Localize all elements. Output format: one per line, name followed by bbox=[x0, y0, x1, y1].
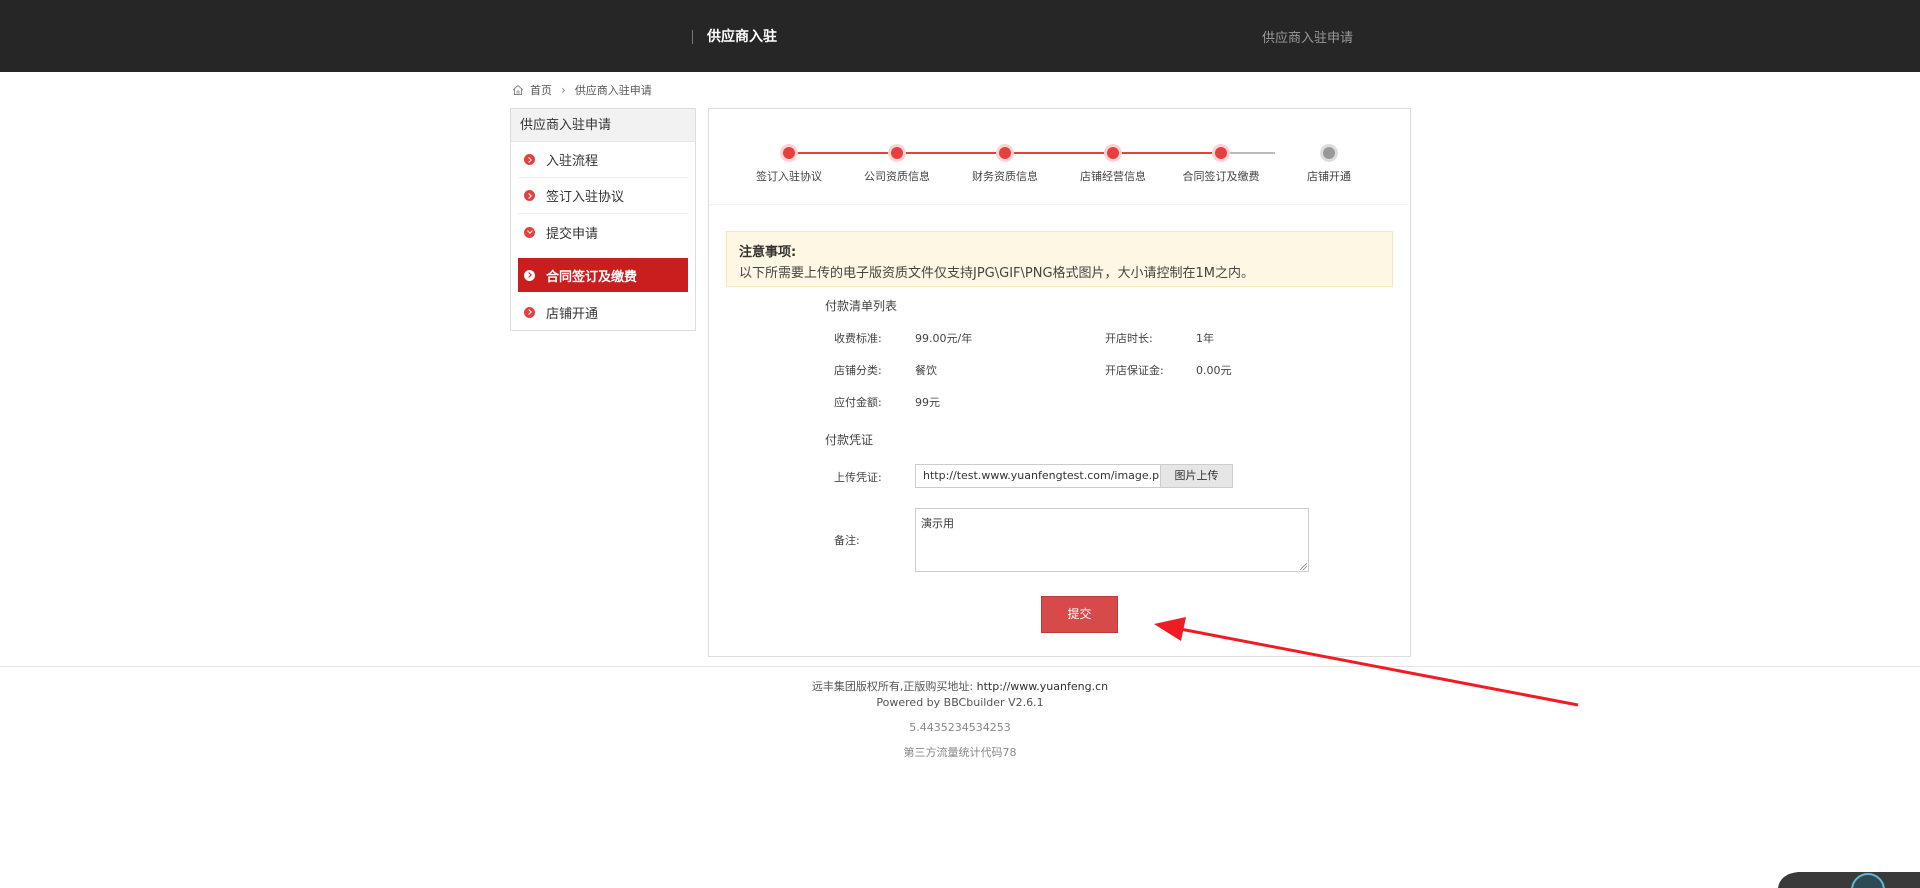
sidebar-item-label: 签订入驻协议 bbox=[546, 190, 625, 205]
category-label: 店铺分类: bbox=[834, 364, 882, 377]
remark-label: 备注: bbox=[834, 534, 860, 547]
chevron-right-icon bbox=[524, 306, 535, 318]
duration-value: 1年 bbox=[1196, 332, 1214, 345]
sidebar-item-submit-application[interactable]: 提交申请 bbox=[518, 214, 688, 250]
sidebar-item-contract-payment[interactable]: 合同签订及缴费 bbox=[518, 258, 688, 292]
sidebar-item-store-opening[interactable]: 店铺开通 bbox=[518, 294, 688, 330]
header-right-link[interactable]: 供应商入驻申请 bbox=[1262, 27, 1353, 46]
step-label: 签订入驻协议 bbox=[756, 170, 822, 183]
chevron-right-icon bbox=[524, 190, 535, 201]
upload-url-input[interactable]: http://test.www.yuanfengtest.com/image.p… bbox=[915, 464, 1161, 488]
remark-textarea[interactable]: 演示用 bbox=[915, 508, 1309, 572]
step-label: 合同签订及缴费 bbox=[1182, 170, 1260, 183]
fee-value: 99.00元/年 bbox=[915, 332, 973, 345]
upload-label: 上传凭证: bbox=[834, 471, 882, 484]
step-node bbox=[999, 147, 1011, 159]
step-node bbox=[1107, 147, 1119, 159]
sidebar-item-label: 合同签订及缴费 bbox=[546, 269, 638, 285]
deposit-value: 0.00元 bbox=[1196, 364, 1232, 377]
sidebar-item-label: 入驻流程 bbox=[546, 154, 599, 169]
floating-widget-icon[interactable] bbox=[1778, 872, 1920, 888]
main-panel: 签订入驻协议 公司资质信息 财务资质信息 店铺经营信息 合同签订及缴费 店铺开通… bbox=[708, 108, 1411, 657]
footer-copyright: 远丰集团版权所有,正版购买地址: http://www.yuanfeng.cn bbox=[0, 678, 1920, 694]
breadcrumb-current: 供应商入驻申请 bbox=[574, 84, 652, 97]
step-node bbox=[1215, 147, 1227, 159]
step-label: 店铺开通 bbox=[1307, 170, 1351, 183]
footer-powered: Powered by BBCbuilder V2.6.1 bbox=[876, 696, 1044, 709]
purchase-link[interactable]: http://www.yuanfeng.cn bbox=[977, 680, 1108, 693]
page-header-title: 供应商入驻 bbox=[707, 29, 777, 45]
chevron-right-icon bbox=[524, 269, 535, 281]
amount-value: 99元 bbox=[915, 396, 940, 409]
deposit-label: 开店保证金: bbox=[1105, 364, 1164, 377]
chevron-right-icon bbox=[524, 154, 535, 165]
notice-text: 以下所需要上传的电子版资质文件仅支持JPG\GIF\PNG格式图片，大小请控制在… bbox=[739, 266, 1255, 281]
category-value: 餐饮 bbox=[915, 364, 937, 377]
notice-title: 注意事项: bbox=[739, 245, 797, 260]
chevron-down-icon bbox=[524, 226, 535, 238]
submit-button[interactable]: 提交 bbox=[1041, 596, 1118, 633]
sidebar-heading: 供应商入驻申请 bbox=[511, 109, 695, 142]
home-icon bbox=[512, 84, 524, 95]
header-divider bbox=[692, 30, 693, 44]
sidebar: 供应商入驻申请 入驻流程 签订入驻协议 提交申请 合同签订及缴费 店铺开通 bbox=[510, 108, 696, 331]
chevron-right-icon: › bbox=[561, 83, 566, 97]
progress-steps: 签订入驻协议 公司资质信息 财务资质信息 店铺经营信息 合同签订及缴费 店铺开通 bbox=[709, 109, 1409, 205]
sidebar-item-process[interactable]: 入驻流程 bbox=[518, 142, 688, 178]
copyright-text: 远丰集团版权所有,正版购买地址: bbox=[811, 680, 974, 693]
step-node bbox=[1323, 147, 1335, 159]
step-label: 财务资质信息 bbox=[972, 170, 1038, 183]
step-label: 店铺经营信息 bbox=[1080, 170, 1146, 183]
footer-divider bbox=[0, 666, 1920, 667]
resize-grip-icon[interactable] bbox=[1299, 562, 1307, 570]
duration-label: 开店时长: bbox=[1105, 332, 1153, 345]
notice-box: 注意事项: 以下所需要上传的电子版资质文件仅支持JPG\GIF\PNG格式图片，… bbox=[726, 231, 1393, 287]
top-bar: 供应商入驻 供应商入驻申请 bbox=[0, 0, 1920, 72]
footer-number: 5.4435234534253 bbox=[909, 721, 1011, 734]
payment-list-title: 付款清单列表 bbox=[825, 299, 898, 313]
amount-label: 应付金额: bbox=[834, 396, 882, 409]
image-upload-button[interactable]: 图片上传 bbox=[1161, 464, 1233, 488]
step-node bbox=[783, 147, 795, 159]
sidebar-item-label: 提交申请 bbox=[546, 226, 599, 242]
voucher-title: 付款凭证 bbox=[825, 433, 874, 447]
sidebar-item-agreement[interactable]: 签订入驻协议 bbox=[518, 178, 688, 214]
footer-stats: 第三方流量统计代码78 bbox=[903, 746, 1017, 759]
progress-line-pending bbox=[1221, 152, 1275, 154]
breadcrumb: 首页 › 供应商入驻申请 bbox=[512, 82, 652, 98]
fee-label: 收费标准: bbox=[834, 332, 882, 345]
remark-text: 演示用 bbox=[921, 517, 954, 530]
step-label: 公司资质信息 bbox=[864, 170, 930, 183]
breadcrumb-home[interactable]: 首页 bbox=[530, 82, 552, 98]
step-node bbox=[891, 147, 903, 159]
sidebar-item-label: 店铺开通 bbox=[546, 306, 599, 322]
